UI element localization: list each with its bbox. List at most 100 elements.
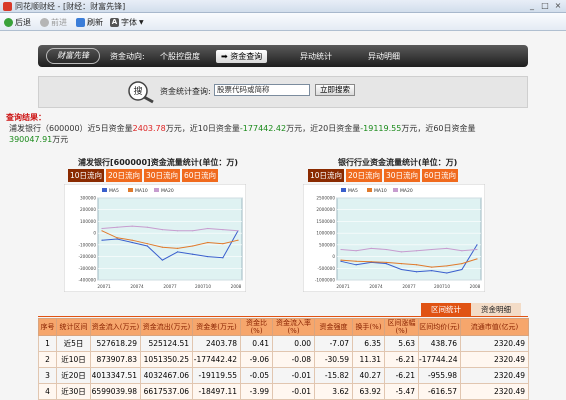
refresh-label: 刷新	[87, 17, 103, 27]
x-tick-label: 200710	[195, 284, 211, 289]
data-point	[385, 248, 387, 251]
data-point	[355, 264, 357, 266]
y-tick-label: 200000	[80, 207, 96, 212]
y-tick-label: 100000	[80, 219, 96, 224]
tab-20day[interactable]: 20日流向	[106, 169, 142, 182]
data-point	[101, 230, 103, 232]
data-point	[131, 225, 133, 227]
y-tick-label: -300000	[79, 266, 97, 271]
industry-chart-title: 银行行业资金流量统计(单位：万)	[338, 158, 458, 167]
table-cell: 2	[38, 351, 57, 368]
column-header: 统计区间	[56, 318, 91, 336]
x-tick-label: 20071	[97, 284, 111, 289]
result-60day-value: 390047.91	[9, 135, 53, 144]
stock-flow-chart: MA5 MA10 MA20 300000 200000 100000 0 -100000 -20…	[64, 184, 246, 292]
data-point	[176, 247, 179, 249]
legend-label: MA10	[374, 188, 387, 194]
table-row: 1 近5日 527618.29 525124.51 2403.78 0.41 0.00 -7.…	[38, 335, 529, 352]
industry-flow-chart: MA5 MA10 MA20 2500000 2000000 1500000 1000000 5…	[303, 184, 485, 292]
result-sep2: 万元，近20日资金量	[286, 124, 361, 133]
forward-icon	[40, 17, 49, 27]
result-title: 查询结果：	[6, 113, 46, 122]
table-cell: 2320.49	[460, 383, 529, 400]
search-now-button[interactable]: 立即搜索	[315, 84, 355, 96]
x-tick-label: 200710	[434, 284, 450, 289]
tab-funds-detail[interactable]: 资金明细	[471, 303, 521, 316]
search-glyph: 搜	[133, 85, 142, 97]
data-point	[431, 266, 433, 268]
nav-item-movement-detail[interactable]: 异动明细	[364, 50, 404, 63]
query-label: 资金统计查询:	[160, 87, 211, 96]
table-cell: 63.92	[352, 383, 385, 400]
data-point	[161, 229, 164, 231]
close-button[interactable]: ×	[553, 1, 563, 11]
table-cell: -6.21	[384, 367, 419, 384]
data-point	[446, 272, 448, 274]
table-cell: -17744.24	[418, 351, 461, 368]
refresh-button[interactable]: 刷新	[76, 16, 103, 28]
table-cell: -955.98	[418, 367, 461, 384]
data-point	[116, 237, 118, 239]
data-point	[476, 248, 478, 251]
nav-item-funds-query-label: 资金查询	[230, 52, 263, 61]
chevron-down-icon[interactable]: ▼	[139, 19, 144, 26]
legend-swatch	[393, 188, 398, 192]
arrow-right-icon: ➡	[221, 52, 228, 61]
legend-label: MA10	[135, 188, 148, 194]
y-tick-label: 1500000	[316, 219, 335, 224]
legend-swatch	[341, 188, 346, 192]
x-tick-label: 2008	[470, 284, 481, 289]
table-cell: 11.31	[352, 351, 385, 368]
tab-interval-stats[interactable]: 区间统计	[421, 303, 471, 316]
font-label: 字体	[121, 17, 137, 27]
tab-30day[interactable]: 30日流向	[384, 169, 420, 182]
result-summary-line1: 浦发银行（600000）近5日资金量2403.78万元，近10日资金量-1774…	[9, 123, 476, 134]
stock-search-input[interactable]: 股票代码或简称	[214, 84, 310, 96]
legend-swatch	[154, 188, 159, 192]
nav-item-movement-stats[interactable]: 异动统计	[296, 50, 336, 63]
legend-label: MA20	[400, 188, 413, 194]
column-header: 流通市值(亿元)	[460, 318, 529, 336]
font-button[interactable]: A 字体 ▼	[110, 16, 144, 28]
tab-60day[interactable]: 60日流向	[182, 169, 218, 182]
tab-20day[interactable]: 20日流向	[346, 169, 382, 182]
nav-item-funds-query[interactable]: ➡ 资金查询	[216, 50, 268, 63]
tab-60day[interactable]: 60日流向	[422, 169, 458, 182]
maximize-button[interactable]: □	[540, 1, 550, 11]
result-20day-value: -19119.55	[360, 124, 402, 133]
minimize-button[interactable]: _	[527, 1, 537, 11]
data-point	[207, 255, 209, 258]
table-cell: 4013347.51	[90, 367, 141, 384]
x-tick-label: 20077	[163, 284, 177, 289]
data-point	[340, 248, 342, 251]
legend-label: MA20	[161, 188, 174, 194]
data-point	[101, 239, 103, 241]
table-cell: 0.00	[272, 335, 315, 352]
plot-area	[336, 197, 482, 281]
result-sep3: 万元，近60日资金量	[401, 124, 476, 133]
data-point	[116, 226, 118, 228]
nav-item-control-degree[interactable]: 个股控盘度	[156, 50, 204, 63]
data-point	[461, 250, 463, 252]
table-cell: 2320.49	[460, 351, 529, 368]
data-point	[192, 253, 194, 255]
table-cell: -3.99	[240, 383, 273, 400]
table-cell: 4	[38, 383, 57, 400]
nav-label-funds-trend: 资金动向:	[110, 52, 145, 61]
magnifier-icon: 搜	[128, 81, 154, 104]
data-point	[237, 230, 239, 232]
y-tick-label: -400000	[79, 278, 97, 283]
column-header: 资金比(%)	[240, 318, 273, 336]
table-cell: 近10日	[56, 351, 91, 368]
tab-10day[interactable]: 10日流向	[308, 169, 344, 182]
forward-button[interactable]: 前进	[40, 16, 67, 28]
legend-swatch	[367, 188, 372, 192]
column-header: 区间涨幅(%)	[384, 318, 419, 336]
table-cell: 2320.49	[460, 367, 529, 384]
tab-30day[interactable]: 30日流向	[144, 169, 180, 182]
back-button[interactable]: 后退	[4, 16, 31, 28]
table-cell: -0.01	[272, 383, 315, 400]
tab-10day[interactable]: 10日流向	[68, 169, 104, 182]
data-point	[146, 226, 148, 228]
table-cell: -5.47	[384, 383, 419, 400]
